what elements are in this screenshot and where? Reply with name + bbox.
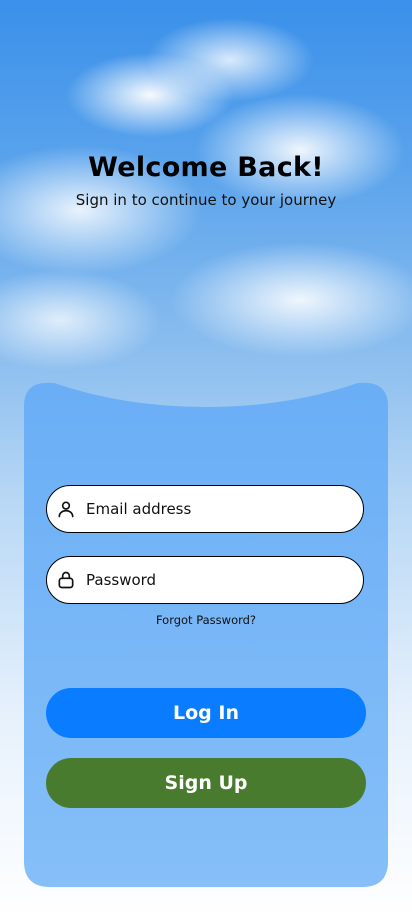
forgot-password-link[interactable]: Forgot Password? xyxy=(24,613,388,627)
signup-button[interactable]: Sign Up xyxy=(46,758,366,808)
login-button[interactable]: Log In xyxy=(46,688,366,738)
user-icon xyxy=(54,497,78,521)
login-card: Forgot Password? Log In Sign Up xyxy=(24,380,388,887)
page-title: Welcome Back! xyxy=(88,152,324,183)
email-input[interactable] xyxy=(86,500,336,518)
email-field[interactable] xyxy=(46,485,364,533)
header: Welcome Back! Sign in to continue to you… xyxy=(0,150,412,210)
card-background xyxy=(24,382,388,887)
password-field[interactable] xyxy=(46,556,364,604)
page-subtitle: Sign in to continue to your journey xyxy=(75,191,337,209)
lock-icon xyxy=(54,568,78,592)
password-input[interactable] xyxy=(86,571,336,589)
